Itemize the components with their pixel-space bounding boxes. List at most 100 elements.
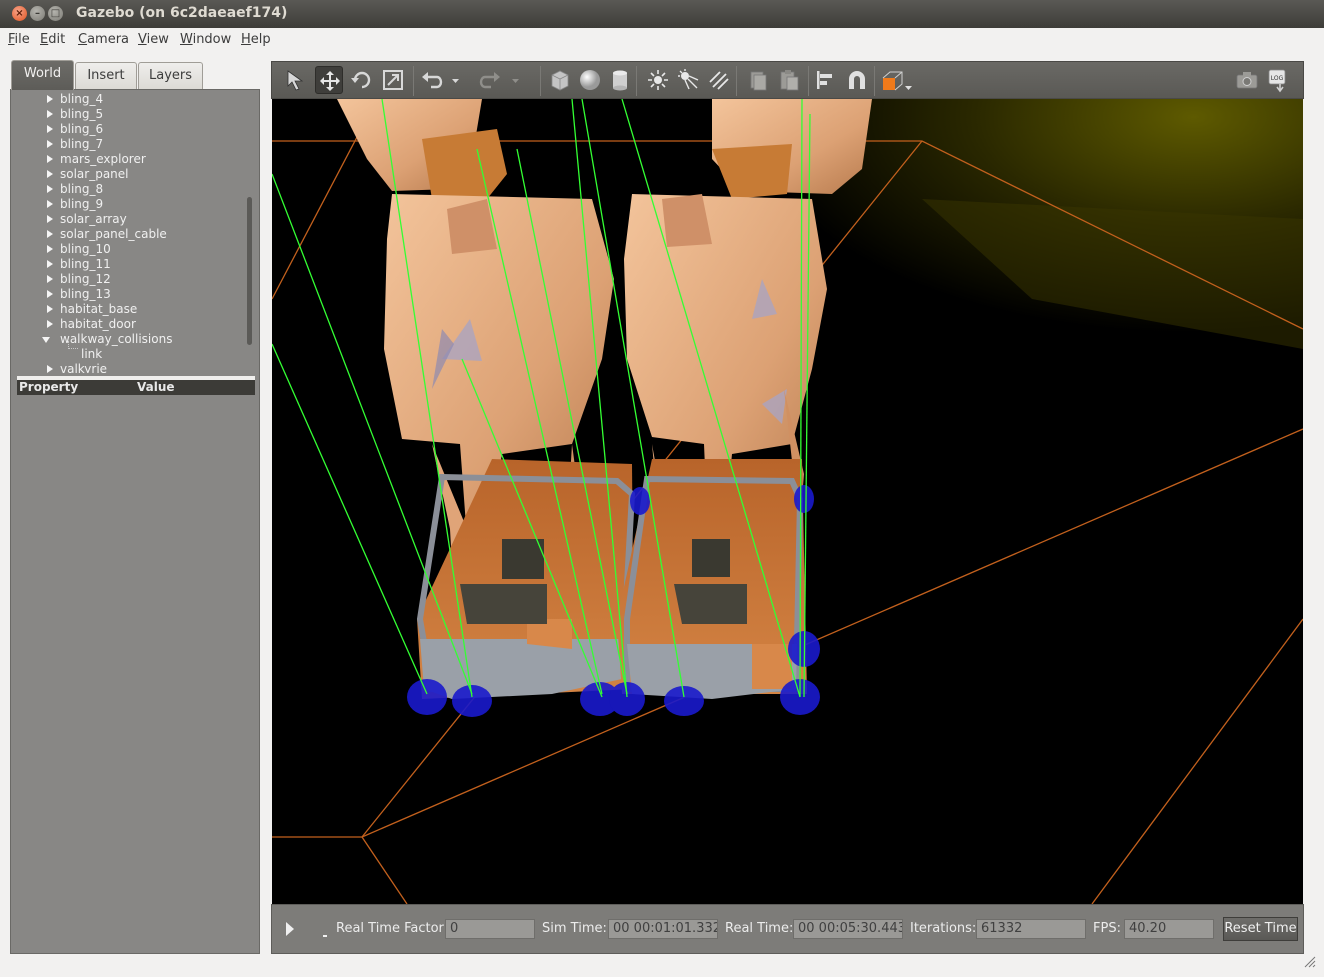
- expand-right-icon[interactable]: [47, 275, 53, 283]
- expand-right-icon[interactable]: [47, 215, 53, 223]
- expand-right-icon[interactable]: [47, 140, 53, 148]
- tree-item-label: bling_10: [60, 242, 111, 256]
- tab-world[interactable]: World: [11, 60, 74, 90]
- undo-history-icon[interactable]: [448, 66, 462, 94]
- fps-label: FPS:: [1093, 921, 1121, 936]
- tree-item-label: habitat_base: [60, 302, 138, 316]
- toolbar-separator: [540, 66, 541, 96]
- tree-item-label: bling_9: [60, 197, 104, 211]
- log-icon[interactable]: LOG: [1264, 66, 1292, 94]
- menu-help[interactable]: Help: [241, 32, 271, 47]
- view-angle-icon[interactable]: [878, 66, 914, 94]
- select-arrow-icon[interactable]: [282, 66, 310, 94]
- menu-file[interactable]: File: [8, 32, 30, 47]
- tab-insert[interactable]: Insert: [75, 62, 137, 89]
- paste-icon[interactable]: [775, 66, 803, 94]
- fps-field: 40.20: [1124, 919, 1214, 939]
- menu-camera[interactable]: Camera: [78, 32, 129, 47]
- expand-right-icon[interactable]: [47, 245, 53, 253]
- property-table-header: Property Value: [17, 380, 255, 395]
- redo-history-icon[interactable]: [508, 66, 522, 94]
- world-panel: bling_4 bling_5 bling_6 bling_7 mars_explore…: [10, 89, 260, 954]
- scale-icon[interactable]: [379, 66, 407, 94]
- iterations-field: 61332: [976, 919, 1086, 939]
- step-icon[interactable]: [323, 935, 327, 937]
- menu-bar: File Edit Camera View Window Help: [0, 28, 1324, 52]
- expand-right-icon[interactable]: [47, 290, 53, 298]
- expand-right-icon[interactable]: [47, 365, 53, 373]
- window-title: Gazebo (on 6c2daeaef174): [76, 5, 288, 21]
- expand-right-icon[interactable]: [47, 260, 53, 268]
- reset-time-button[interactable]: Reset Time: [1223, 917, 1298, 941]
- tree-item-label: link: [81, 347, 103, 361]
- gazebo-window: × – □ Gazebo (on 6c2daeaef174) File Edit…: [0, 0, 1324, 977]
- expand-right-icon[interactable]: [47, 95, 53, 103]
- expand-down-icon[interactable]: [42, 337, 50, 343]
- play-icon[interactable]: [286, 922, 294, 936]
- menu-window[interactable]: Window: [180, 32, 231, 47]
- rotate-icon[interactable]: [348, 66, 376, 94]
- sphere-icon[interactable]: [576, 66, 604, 94]
- screenshot-icon[interactable]: [1233, 66, 1261, 94]
- tree-item-label: solar_panel: [60, 167, 129, 181]
- undo-icon[interactable]: [417, 66, 445, 94]
- box-icon[interactable]: [546, 66, 574, 94]
- rtf-field: 0: [445, 919, 535, 939]
- model-tree[interactable]: bling_4 bling_5 bling_6 bling_7 mars_explore…: [11, 90, 249, 373]
- expand-right-icon[interactable]: [47, 200, 53, 208]
- title-bar: × – □ Gazebo (on 6c2daeaef174): [0, 0, 1324, 28]
- translate-icon[interactable]: [315, 66, 343, 94]
- expand-right-icon[interactable]: [47, 230, 53, 238]
- sim-time-label: Sim Time:: [542, 921, 607, 936]
- tree-item-label: bling_12: [60, 272, 111, 286]
- tab-layers[interactable]: Layers: [138, 62, 203, 89]
- resize-grip-icon[interactable]: [1300, 952, 1316, 968]
- rtf-label: Real Time Factor:: [336, 921, 449, 936]
- log-icon-text: LOG: [1271, 75, 1284, 82]
- 3d-viewport[interactable]: [272, 99, 1303, 904]
- tree-item-label: solar_panel_cable: [60, 227, 167, 241]
- expand-right-icon[interactable]: [47, 320, 53, 328]
- directional-light-icon[interactable]: [705, 66, 733, 94]
- point-light-icon[interactable]: [644, 66, 672, 94]
- tree-scrollbar[interactable]: [247, 197, 252, 345]
- close-window-button[interactable]: ×: [12, 6, 27, 21]
- maximize-window-button[interactable]: □: [48, 6, 63, 21]
- tree-item-label: bling_5: [60, 107, 104, 121]
- toolbar-separator: [736, 66, 737, 96]
- expand-right-icon[interactable]: [47, 170, 53, 178]
- align-icon[interactable]: [812, 66, 840, 94]
- sim-time-field: 00 00:01:01.332: [608, 919, 718, 939]
- expand-right-icon[interactable]: [47, 125, 53, 133]
- copy-icon[interactable]: [744, 66, 772, 94]
- redo-icon[interactable]: [477, 66, 505, 94]
- minimize-window-button[interactable]: –: [30, 6, 45, 21]
- tree-item-label: bling_4: [60, 92, 104, 106]
- tree-item-label: bling_7: [60, 137, 104, 151]
- toolbar: LOG: [271, 61, 1304, 99]
- tree-item-label: bling_8: [60, 182, 104, 196]
- tree-item-label: bling_6: [60, 122, 104, 136]
- tree-item-label: bling_11: [60, 257, 111, 271]
- expand-right-icon[interactable]: [47, 185, 53, 193]
- value-column-header[interactable]: Value: [137, 380, 175, 395]
- tree-item-label: bling_13: [60, 287, 111, 301]
- spot-light-icon[interactable]: [675, 66, 703, 94]
- expand-right-icon[interactable]: [47, 110, 53, 118]
- left-panel: World Insert Layers bling_4 bling_5 bling_…: [10, 60, 260, 954]
- window-edge: [1305, 60, 1324, 960]
- panel-divider[interactable]: [262, 60, 270, 955]
- real-time-field: 00 00:05:30.443: [793, 919, 903, 939]
- tree-item-label: valkyrie: [60, 362, 108, 373]
- expand-right-icon[interactable]: [47, 305, 53, 313]
- toolbar-separator: [636, 66, 637, 96]
- toolbar-separator: [808, 66, 809, 96]
- property-column-header[interactable]: Property: [19, 380, 78, 395]
- tree-item-label: mars_explorer: [60, 152, 146, 166]
- snap-icon[interactable]: [843, 66, 871, 94]
- time-panel: Real Time Factor: 0 Sim Time: 00 00:01:0…: [271, 904, 1304, 954]
- cylinder-icon[interactable]: [606, 66, 634, 94]
- menu-edit[interactable]: Edit: [40, 32, 65, 47]
- expand-right-icon[interactable]: [47, 155, 53, 163]
- menu-view[interactable]: View: [138, 32, 169, 47]
